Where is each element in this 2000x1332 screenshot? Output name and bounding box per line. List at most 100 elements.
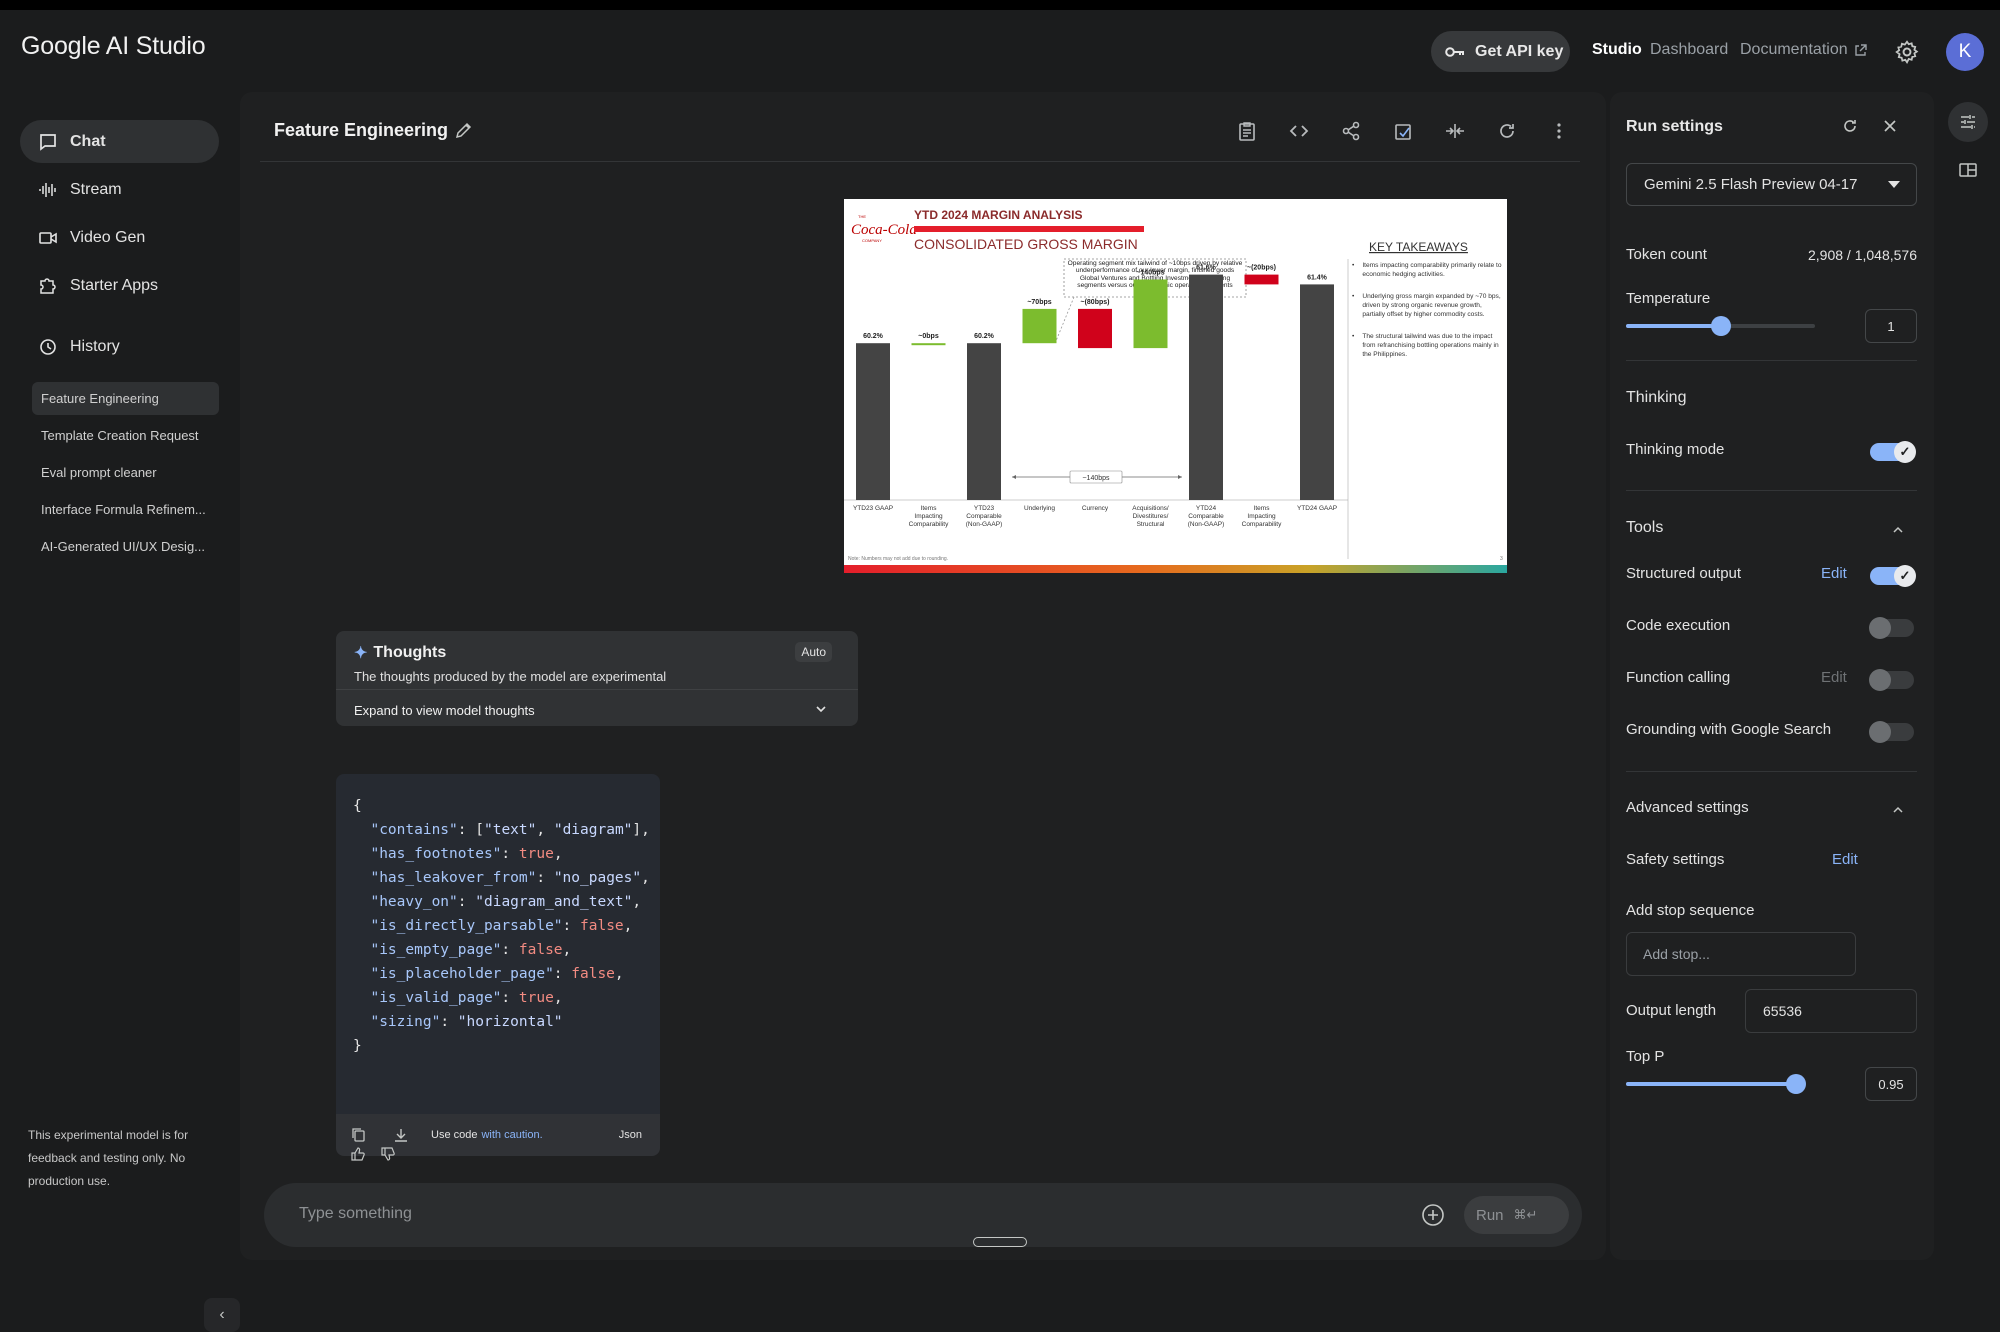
- thoughts-title: Thoughts: [373, 644, 447, 661]
- nav-studio[interactable]: Studio: [1592, 41, 1642, 59]
- more-vert-icon[interactable]: [1548, 120, 1570, 142]
- nav-documentation[interactable]: Documentation: [1740, 41, 1867, 59]
- chart-category-label: Underlying: [1024, 505, 1055, 512]
- chevron-up-icon[interactable]: [1892, 524, 1904, 536]
- thinking-mode-toggle[interactable]: ✓: [1870, 441, 1916, 463]
- save-drive-icon[interactable]: [1392, 120, 1414, 142]
- top-p-input[interactable]: 0.95: [1865, 1067, 1917, 1101]
- run-button[interactable]: Run ⌘↵: [1464, 1196, 1569, 1234]
- top-p-slider-fill: [1626, 1082, 1797, 1086]
- history-item[interactable]: Eval prompt cleaner: [32, 456, 219, 489]
- dropdown-caret-icon: [1888, 181, 1900, 188]
- scroll-indicator[interactable]: [973, 1237, 1027, 1247]
- temperature-input[interactable]: 1: [1865, 309, 1917, 343]
- settings-gear-icon[interactable]: [1894, 39, 1920, 65]
- history-item[interactable]: Template Creation Request: [32, 419, 219, 452]
- caution-link[interactable]: with caution.: [481, 1129, 542, 1141]
- share-icon[interactable]: [1340, 120, 1362, 142]
- chart-category-label: YTD24 GAAP: [1297, 505, 1337, 512]
- chart-data-label: ~140bps: [1136, 270, 1164, 277]
- expand-thoughts-button[interactable]: Expand to view model thoughts: [354, 703, 535, 718]
- chat-panel: Feature Engineering THE Coca-Cola COMPAN…: [240, 92, 1606, 1260]
- safety-settings-label: Safety settings: [1626, 851, 1725, 868]
- chart-data-label: ~(20bps): [1247, 265, 1276, 272]
- slide-svg: THE Coca-Cola COMPANY YTD 2024 MARGIN AN…: [844, 208, 1507, 573]
- company-bottom-text: COMPANY: [862, 238, 882, 243]
- settings-divider: [1626, 771, 1917, 772]
- right-rail: [1934, 92, 2000, 1260]
- run-settings-title: Run settings: [1626, 118, 1723, 135]
- user-avatar[interactable]: K: [1946, 33, 1984, 71]
- chart-bar: [1078, 308, 1112, 349]
- function-calling-toggle[interactable]: [1869, 669, 1914, 691]
- header-divider: [260, 161, 1580, 162]
- history-item[interactable]: Interface Formula Refinem...: [32, 493, 219, 526]
- takeaway-text: Underlying gross margin expanded by ~70 …: [1362, 293, 1501, 318]
- thumbs-up-icon[interactable]: [350, 1146, 366, 1162]
- settings-divider: [1626, 490, 1917, 491]
- sidebar-item-chat[interactable]: Chat: [20, 120, 219, 163]
- token-count-value: 2,908 / 1,048,576: [1808, 247, 1917, 263]
- run-shortcut: ⌘↵: [1513, 1207, 1538, 1222]
- get-api-key-button[interactable]: Get API key: [1431, 31, 1570, 72]
- nav-dashboard[interactable]: Dashboard: [1650, 41, 1728, 59]
- clipboard-icon[interactable]: [1236, 120, 1258, 142]
- thumbs-down-icon[interactable]: [380, 1146, 396, 1162]
- code-execution-toggle[interactable]: [1869, 617, 1914, 639]
- check-icon: ✓: [1894, 441, 1916, 463]
- slide-header: YTD 2024 MARGIN ANALYSIS: [914, 208, 1083, 222]
- collapse-sidebar-button[interactable]: ‹: [204, 1298, 240, 1332]
- history-item[interactable]: Feature Engineering: [32, 382, 219, 415]
- json-code-text[interactable]: { "contains": ["text", "diagram"], "has_…: [353, 794, 650, 1058]
- app-logo[interactable]: Google AI Studio: [21, 32, 206, 61]
- chart-category-label: Comparable: [1188, 513, 1224, 520]
- temperature-slider-thumb[interactable]: [1710, 316, 1731, 336]
- chart-bar: [967, 343, 1001, 500]
- token-count-label: Token count: [1626, 246, 1707, 263]
- stop-sequence-input[interactable]: Add stop...: [1626, 932, 1856, 976]
- settings-divider: [1626, 360, 1917, 361]
- chevron-down-icon[interactable]: [814, 702, 828, 716]
- top-p-slider-thumb[interactable]: [1786, 1074, 1807, 1094]
- reset-settings-icon[interactable]: [1840, 116, 1860, 136]
- sidebar-item-starter-apps[interactable]: Starter Apps: [20, 264, 219, 307]
- prompt-composer: Type something Run ⌘↵: [264, 1183, 1582, 1247]
- waveform-icon: [39, 182, 56, 197]
- download-icon[interactable]: [393, 1127, 409, 1143]
- copy-icon[interactable]: [351, 1127, 367, 1143]
- code-icon[interactable]: [1288, 120, 1310, 142]
- top-bar: Google AI Studio Get API key Studio Dash…: [0, 10, 2000, 92]
- uploaded-slide-image[interactable]: THE Coca-Cola COMPANY YTD 2024 MARGIN AN…: [844, 199, 1507, 573]
- thoughts-auto-badge: Auto: [795, 642, 832, 662]
- safety-settings-edit[interactable]: Edit: [1832, 851, 1858, 868]
- add-media-plus-icon[interactable]: [1421, 1203, 1445, 1227]
- chart-data-label: 60.2%: [974, 333, 995, 340]
- sidebar-item-video-gen[interactable]: Video Gen: [20, 216, 219, 259]
- structured-output-toggle[interactable]: ✓: [1870, 565, 1916, 587]
- close-icon[interactable]: [1880, 116, 1900, 136]
- refresh-icon[interactable]: [1496, 120, 1518, 142]
- sidebar-history-header[interactable]: History: [20, 325, 219, 368]
- output-length-input[interactable]: 65536: [1745, 989, 1917, 1033]
- gallery-icon[interactable]: [1958, 160, 1978, 180]
- sidebar-item-label: Starter Apps: [70, 276, 159, 294]
- chart-data-label: ~70bps: [1027, 299, 1051, 306]
- model-name: Gemini 2.5 Flash Preview 04-17: [1644, 176, 1858, 193]
- function-calling-edit[interactable]: Edit: [1821, 669, 1847, 686]
- model-selector[interactable]: Gemini 2.5 Flash Preview 04-17: [1626, 163, 1917, 206]
- grounding-toggle[interactable]: [1869, 721, 1914, 743]
- tune-settings-button[interactable]: [1948, 102, 1988, 142]
- structured-output-edit[interactable]: Edit: [1821, 565, 1847, 582]
- callout-pointer: [1055, 296, 1075, 342]
- takeaway-text: Items impacting comparability primarily …: [1362, 262, 1502, 278]
- prompt-input[interactable]: Type something: [299, 1205, 412, 1223]
- thoughts-title-row: ✦ Thoughts: [354, 643, 446, 663]
- edit-title-pencil-icon[interactable]: [454, 120, 474, 140]
- compare-icon[interactable]: [1444, 120, 1466, 142]
- sidebar-item-stream[interactable]: Stream: [20, 168, 219, 211]
- chevron-up-icon[interactable]: [1892, 804, 1904, 816]
- sparkle-icon: ✦: [354, 645, 368, 662]
- slide-header-bar: [914, 226, 1144, 232]
- sidebar-item-label: Stream: [70, 180, 122, 198]
- history-item[interactable]: AI-Generated UI/UX Desig...: [32, 530, 219, 563]
